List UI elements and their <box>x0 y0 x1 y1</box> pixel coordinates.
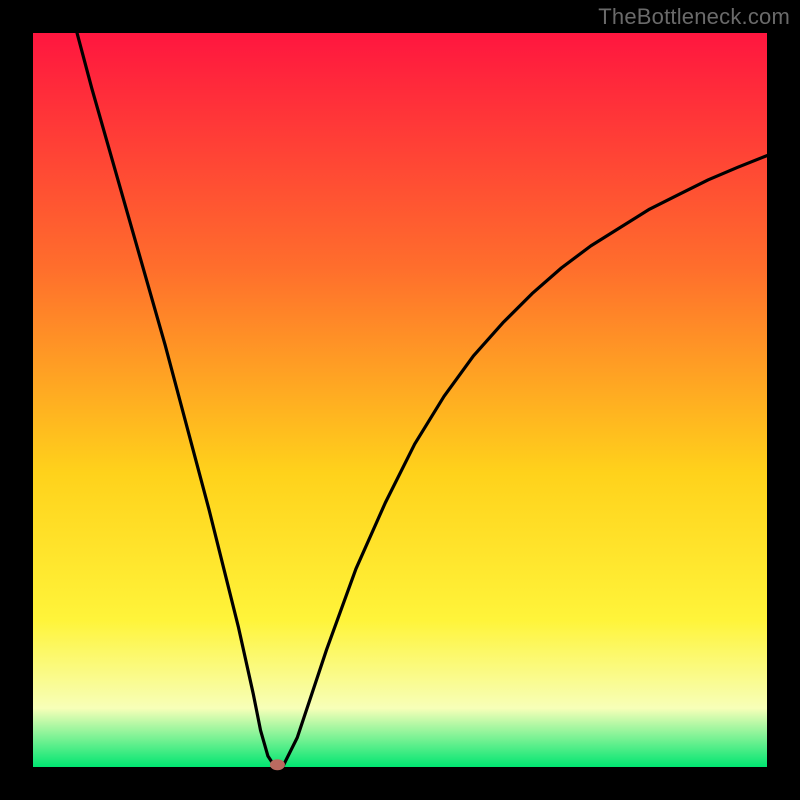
plot-background <box>33 33 767 767</box>
bottleneck-chart <box>0 0 800 800</box>
chart-frame: TheBottleneck.com <box>0 0 800 800</box>
optimal-point-marker <box>270 759 285 770</box>
attribution-text: TheBottleneck.com <box>598 4 790 30</box>
